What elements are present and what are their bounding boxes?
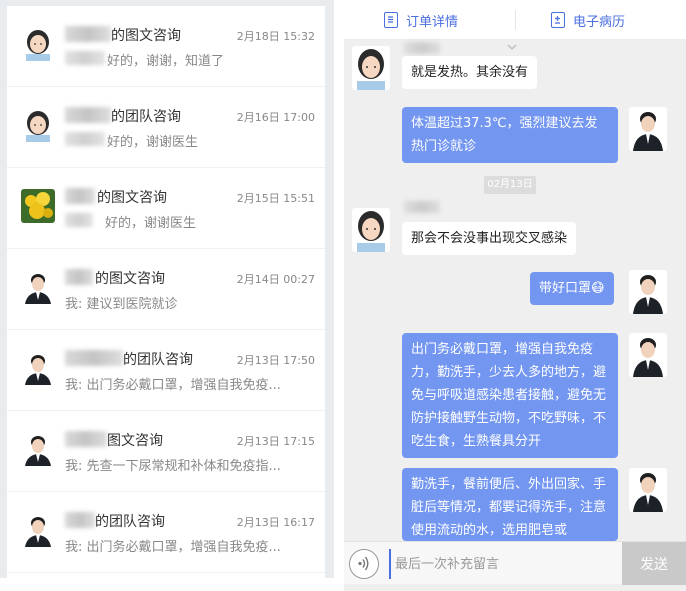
send-button[interactable]: 发送: [622, 542, 686, 585]
conversation-time: 2月16日 17:00: [236, 111, 315, 124]
tab-order-details[interactable]: 订单详情: [384, 8, 458, 32]
flower-avatar-icon: [21, 189, 55, 223]
conversation-item[interactable]: 的团队咨询 2月13日 17:50 我: 出门务必戴口罩，增强自我免疫...: [7, 330, 325, 411]
conversation-title: 的图文咨询: [95, 271, 165, 287]
tab-label: 电子病历: [573, 14, 626, 30]
doctor-avatar-icon[interactable]: [629, 107, 667, 151]
woman-avatar-icon: [21, 27, 55, 61]
conversation-item[interactable]: 的图文咨询 2月18日 15:32 好的，谢谢，知道了: [7, 6, 325, 87]
conversation-time: 2月14日 00:27: [236, 273, 315, 286]
doctor-avatar-icon: [21, 351, 55, 385]
conversation-item[interactable]: 的图文咨询 2月15日 15:51 好的，谢谢医生: [7, 168, 325, 249]
conversation-item[interactable]: 的团队咨询 2月16日 17:00 好的，谢谢医生: [7, 87, 325, 168]
doctor-avatar-icon: [21, 513, 55, 547]
message-bubble-outgoing: 带好口罩😷: [530, 272, 614, 305]
conversation-time: 2月18日 15:32: [236, 30, 315, 43]
redacted-name: [65, 107, 111, 123]
conversation-preview: 我: 先查一下尿常规和补体和免疫指...: [65, 459, 281, 474]
voice-icon: [358, 556, 369, 571]
redacted-sender: [65, 132, 105, 146]
date-separator: 02月13日: [484, 176, 536, 194]
doctor-avatar-icon: [21, 270, 55, 304]
redacted-name: [65, 431, 107, 447]
tab-divider: [515, 10, 516, 30]
conversation-item[interactable]: 图文咨询 2月13日 17:15 我: 先查一下尿常规和补体和免疫指...: [7, 411, 325, 492]
chat-panel: 订单详情 电子病历 就是发热。其余没有 体温超过37.3℃，强烈建议去发热门诊就…: [344, 0, 686, 591]
chat-tabbar: 订单详情 电子病历: [344, 0, 686, 40]
message-bubble-outgoing: 体温超过37.3℃，强烈建议去发热门诊就诊: [402, 107, 618, 163]
conversation-preview: 我: 建议到医院就诊: [65, 297, 178, 312]
voice-input-button[interactable]: [349, 549, 379, 579]
chevron-down-icon[interactable]: [507, 44, 517, 50]
conversation-title: 的团队咨询: [123, 352, 193, 368]
conversation-item[interactable]: 的团队咨询 2月13日 16:17 我: 出门务必戴口罩，增强自我免疫...: [7, 492, 325, 573]
conversation-preview: 我: 出门务必戴口罩，增强自我免疫...: [65, 540, 281, 555]
redacted-sender: [65, 51, 105, 65]
doctor-avatar-icon: [21, 432, 55, 466]
conversation-preview: 好的，谢谢医生: [105, 216, 197, 231]
conversation-list: 的图文咨询 2月18日 15:32 好的，谢谢，知道了 的团队咨询 2月16日 …: [7, 6, 325, 578]
medical-record-icon: [551, 12, 565, 28]
tab-medical-record[interactable]: 电子病历: [551, 8, 625, 32]
conversation-list-panel: 的图文咨询 2月18日 15:32 好的，谢谢，知道了 的团队咨询 2月16日 …: [0, 0, 334, 578]
conversation-title: 的团队咨询: [111, 109, 181, 125]
doctor-avatar-icon[interactable]: [629, 468, 667, 512]
doctor-avatar-icon[interactable]: [629, 270, 667, 314]
conversation-preview: 好的，谢谢，知道了: [107, 54, 225, 69]
woman-avatar-icon: [21, 108, 55, 142]
redacted-name: [65, 188, 95, 204]
woman-avatar-icon[interactable]: [352, 208, 390, 252]
message-bubble-outgoing: 出门务必戴口罩，增强自我免疫力，勤洗手，少去人多的地方，避免与呼吸道感染患者接触…: [402, 333, 618, 458]
conversation-item[interactable]: 的图文咨询 2月14日 00:27 我: 建议到医院就诊: [7, 249, 325, 330]
message-bubble-incoming: 就是发热。其余没有: [402, 56, 538, 89]
message-input[interactable]: [389, 549, 617, 579]
conversation-time: 2月13日 16:17: [236, 516, 315, 529]
conversation-title: 的图文咨询: [111, 28, 181, 44]
conversation-time: 2月15日 15:51: [236, 192, 315, 205]
conversation-title: 的团队咨询: [95, 514, 165, 530]
message-bubble-incoming: 那会不会没事出现交叉感染: [402, 222, 577, 255]
conversation-title: 的图文咨询: [97, 190, 167, 206]
message-bubble-outgoing: 勤洗手，餐前便后、外出回家、手脏后等情况，都要记得洗手，注意使用流动的水，选用肥…: [402, 468, 618, 541]
redacted-name: [65, 269, 93, 285]
conversation-time: 2月13日 17:15: [236, 435, 315, 448]
redacted-name: [65, 512, 95, 528]
conversation-title: 图文咨询: [107, 433, 163, 449]
redacted-sender: [65, 213, 93, 227]
conversation-preview: 我: 出门务必戴口罩，增强自我免疫...: [65, 378, 281, 393]
tab-label: 订单详情: [406, 14, 459, 30]
woman-avatar-icon[interactable]: [352, 46, 390, 90]
doctor-avatar-icon[interactable]: [629, 333, 667, 377]
redacted-name: [65, 26, 111, 42]
redacted-name: [404, 42, 440, 54]
redacted-name: [404, 201, 440, 213]
redacted-name: [65, 350, 123, 366]
document-icon: [384, 12, 398, 28]
conversation-time: 2月13日 17:50: [236, 354, 315, 367]
conversation-preview: 好的，谢谢医生: [107, 135, 199, 150]
message-composer: 发送: [344, 541, 686, 585]
